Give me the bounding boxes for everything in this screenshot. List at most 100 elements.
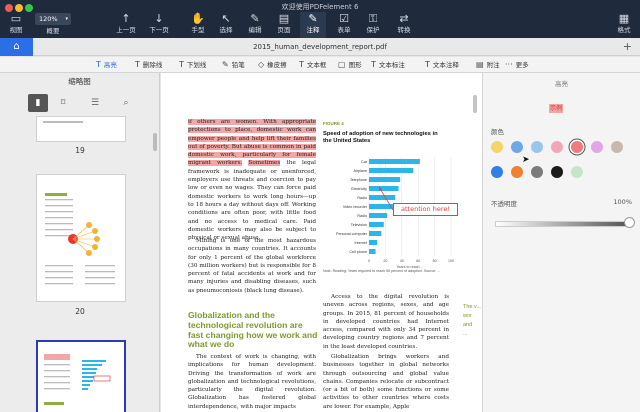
outline-button[interactable]: 概要	[40, 26, 66, 38]
color-swatch[interactable]	[491, 141, 503, 153]
category-label: Airplane	[353, 169, 367, 173]
comment-button[interactable]: ✎ 注释	[300, 12, 326, 38]
panel-title: 高亮	[555, 80, 568, 88]
sidebar-title: 缩略图	[68, 77, 91, 86]
color-swatch[interactable]	[511, 141, 523, 153]
tab-bar: ⌂ 2015_human_development_report.pdf +	[0, 38, 640, 56]
category-label: Radio	[357, 214, 367, 218]
view-button[interactable]: ▭ 视图	[3, 12, 29, 38]
view-icon: ▭	[10, 12, 22, 25]
document-page: if others are women. With appropriate pr…	[161, 73, 482, 412]
document-scrollbar[interactable]	[473, 95, 477, 113]
page-thumbnail-21-selected[interactable]	[36, 340, 126, 412]
color-swatch[interactable]	[571, 141, 583, 153]
callout-annotation[interactable]: attention here!	[393, 203, 458, 216]
search-icon: ⌕	[123, 98, 129, 108]
chart-bar	[369, 186, 399, 191]
strikethrough-tool[interactable]: T 删除线	[135, 57, 162, 73]
color-swatch[interactable]	[591, 141, 603, 153]
hand-tool-button[interactable]: ✋ 手型	[185, 12, 211, 38]
textbox-tool[interactable]: T 文本框	[299, 57, 326, 73]
thumbnail-graphic	[45, 193, 115, 285]
category-label: Cell phone	[349, 250, 367, 254]
convert-button[interactable]: ⇄ 转换	[391, 12, 417, 38]
protect-button[interactable]: ⚿ 保护	[360, 12, 386, 38]
add-tab-button[interactable]: +	[623, 38, 632, 56]
prev-page-label: 上一页	[116, 26, 136, 34]
outline-tab[interactable]: ☰	[85, 94, 105, 112]
page-thumbnail-20[interactable]	[36, 174, 126, 302]
figure-title: Speed of adoption of new technologies in…	[323, 131, 438, 144]
category-label: Television	[351, 223, 367, 227]
thumbnail-tab[interactable]: ▮	[28, 94, 48, 112]
x-tick-label: 20	[383, 259, 387, 263]
paragraph-globalization: Globalization brings workers and busines…	[323, 354, 449, 410]
category-label: Personal computer	[336, 232, 368, 236]
bookmark-icon: ⌑	[60, 98, 66, 108]
text-comment-tool[interactable]: T 文本注释	[425, 57, 459, 73]
bookmark-tab[interactable]: ⌑	[53, 94, 73, 112]
page-thumbnail-19[interactable]	[36, 116, 126, 142]
edit-label: 编辑	[248, 26, 262, 34]
chart-bar	[369, 249, 376, 254]
text-callout-tool[interactable]: T 文本标注	[371, 57, 405, 73]
next-page-button[interactable]: ↓ 下一页	[146, 12, 172, 38]
search-tab[interactable]: ⌕	[116, 94, 136, 112]
more-icon: ···	[505, 60, 513, 69]
page-button[interactable]: ▤ 页面	[271, 12, 297, 38]
opacity-value: 100%	[613, 198, 632, 206]
x-tick-label: 100	[448, 259, 454, 263]
hand-label: 手型	[191, 26, 205, 34]
color-swatch[interactable]	[531, 166, 543, 178]
underline-icon: T	[179, 60, 184, 69]
format-button[interactable]: ▦ 格式	[611, 12, 637, 38]
comment-label: 注释	[306, 26, 320, 34]
select-tool-button[interactable]: ↖ 选择	[213, 12, 239, 38]
color-swatch[interactable]	[551, 141, 563, 153]
window-title: 欢迎使用PDFelement 6	[281, 3, 359, 11]
color-swatch[interactable]	[511, 166, 523, 178]
edit-button[interactable]: ✎ 编辑	[242, 12, 268, 38]
more-tool[interactable]: ··· 更多	[505, 57, 529, 73]
underline-tool[interactable]: T 下划线	[179, 57, 206, 73]
paragraph-context-of-work: The context of work is changing, with im…	[188, 354, 316, 410]
mouse-cursor-icon: ➤	[522, 155, 530, 165]
eraser-tool[interactable]: ◇ 橡皮擦	[258, 57, 287, 73]
chart-bar	[369, 159, 420, 164]
highlight-annotation-2[interactable]: Sometimes	[248, 160, 281, 167]
color-swatch[interactable]	[491, 166, 503, 178]
note-tool[interactable]: ▤ 附注	[476, 57, 500, 73]
paragraph-domestic-work: if others are women. With appropriate pr…	[188, 118, 316, 242]
page-icon: ▤	[278, 12, 290, 25]
opacity-slider[interactable]	[495, 221, 629, 227]
up-arrow-icon: ↑	[121, 12, 131, 25]
lock-icon: ⚿	[368, 12, 378, 25]
category-label: Radio	[357, 196, 367, 200]
highlight-tool[interactable]: T 高亮	[96, 57, 117, 73]
figure-label: FIGURE 4	[323, 121, 344, 126]
chart-bar	[369, 177, 401, 182]
pencil-tool[interactable]: ✎ 铅笔	[222, 57, 245, 73]
protect-label: 保护	[366, 26, 380, 34]
chevron-down-icon: ▾	[65, 16, 68, 22]
opacity-slider-handle[interactable]	[624, 217, 635, 228]
note-label: 附注	[486, 61, 500, 69]
select-label: 选择	[219, 26, 233, 34]
color-swatch[interactable]	[571, 166, 583, 178]
note-icon: ▤	[476, 60, 484, 69]
color-swatch[interactable]	[551, 166, 563, 178]
zoom-select[interactable]: 120% ▾	[35, 13, 71, 25]
document-tab[interactable]: 2015_human_development_report.pdf	[0, 38, 640, 56]
prev-page-button[interactable]: ↑ 上一页	[113, 12, 139, 38]
shape-tool[interactable]: ▢ 图形	[338, 57, 362, 73]
thumbnail-sidebar: 缩略图 ▮ ⌑ ☰ ⌕ 19 20	[0, 73, 160, 412]
pencil-icon: ✎	[222, 60, 229, 69]
down-arrow-icon: ↓	[154, 12, 164, 25]
color-swatch[interactable]	[531, 141, 543, 153]
color-swatch[interactable]	[611, 141, 623, 153]
hand-icon: ✋	[191, 12, 205, 25]
pencil-label: 铅笔	[231, 61, 245, 69]
form-button[interactable]: ☑ 表单	[331, 12, 357, 38]
outline-label: 概要	[46, 27, 60, 35]
eraser-label: 橡皮擦	[267, 61, 287, 69]
